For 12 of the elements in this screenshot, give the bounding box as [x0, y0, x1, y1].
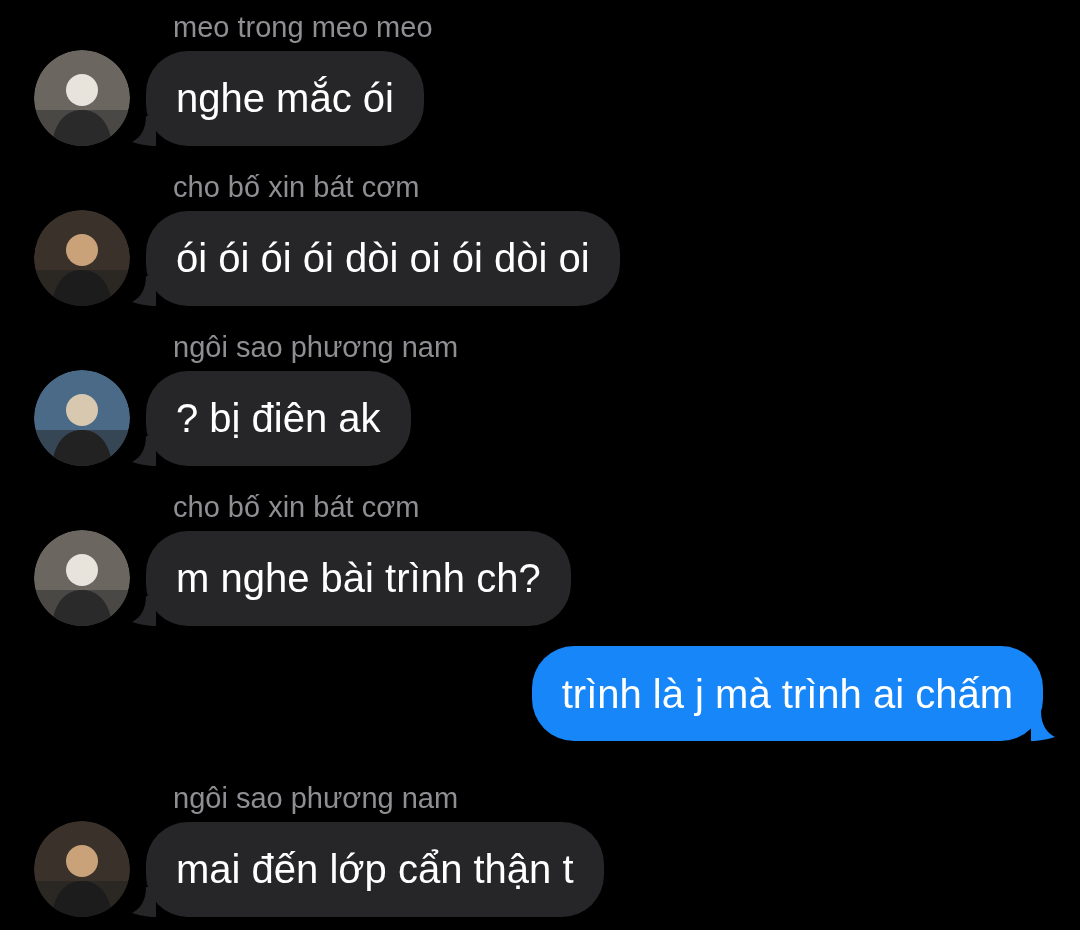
bubble-tail: [1031, 711, 1055, 741]
message-bubble: ói ói ói ói dòi oi ói dòi oi: [146, 210, 620, 306]
sender-name: cho bố xin bát cơm: [173, 490, 420, 524]
sender-name: meo trong meo meo: [173, 10, 433, 44]
message-bubble: ? bị điên ak: [146, 370, 411, 466]
message-bubble: nghe mắc ói: [146, 50, 424, 146]
message-bubble: mai đến lớp cẩn thận t: [146, 821, 604, 917]
message-bubble: m nghe bài trình ch?: [146, 530, 571, 626]
sender-name: ngôi sao phương nam: [173, 330, 459, 364]
message-bubble: trình là j mà trình ai chấm: [531, 646, 1043, 741]
sender-name: cho bố xin bát cơm: [173, 170, 420, 204]
sender-name: ngôi sao phương nam: [173, 781, 459, 815]
